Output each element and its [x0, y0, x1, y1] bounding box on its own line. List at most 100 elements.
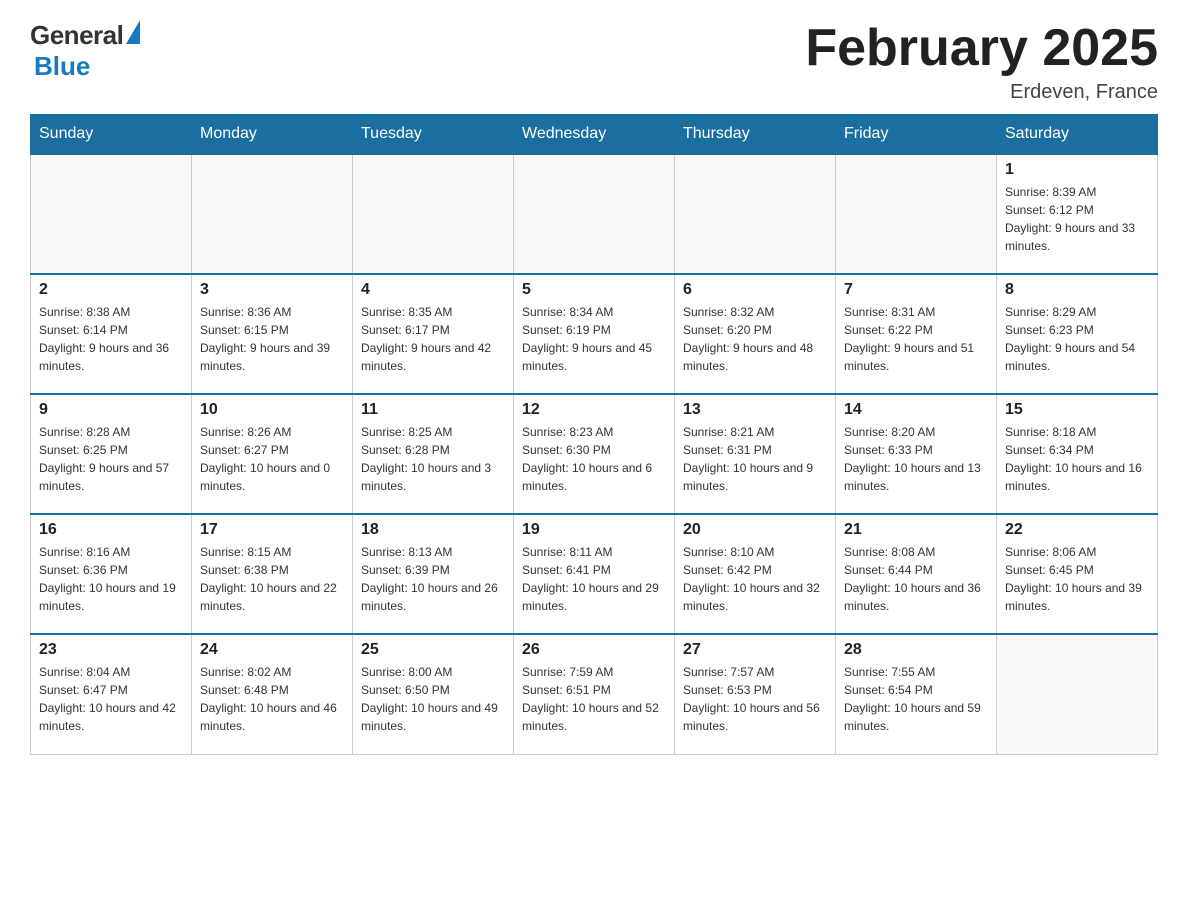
- calendar-week-1: 2Sunrise: 8:38 AM Sunset: 6:14 PM Daylig…: [31, 274, 1158, 394]
- day-info: Sunrise: 8:26 AM Sunset: 6:27 PM Dayligh…: [200, 423, 344, 495]
- day-number: 15: [1005, 401, 1149, 419]
- calendar-week-3: 16 Sunrise: 8:16 AM Sunset: 6:36 PM Dayli…: [31, 514, 1158, 634]
- day-number: 16: [39, 521, 183, 539]
- calendar-cell: 13Sunrise: 8:21 AM Sunset: 6:31 PM Dayli…: [675, 394, 836, 514]
- logo-blue-text: Blue: [34, 51, 90, 81]
- calendar-cell: 4 Sunrise: 8:35 AM Sunset: 6:17 PM Daylig…: [353, 274, 514, 394]
- day-info: Sunrise: 8:04 AM Sunset: 6:47 PM Dayligh…: [39, 663, 183, 735]
- calendar-cell: 3 Sunrise: 8:36 AM Sunset: 6:15 PM Daylig…: [192, 274, 353, 394]
- header-thursday: Thursday: [675, 115, 836, 155]
- day-info: Sunrise: 8:31 AM Sunset: 6:22 PM Dayligh…: [844, 303, 988, 375]
- calendar-cell: 16 Sunrise: 8:16 AM Sunset: 6:36 PM Dayli…: [31, 514, 192, 634]
- calendar-cell: 15 Sunrise: 8:18 AM Sunset: 6:34 PM Dayli…: [997, 394, 1158, 514]
- calendar-week-2: 9Sunrise: 8:28 AM Sunset: 6:25 PM Daylig…: [31, 394, 1158, 514]
- day-number: 20: [683, 521, 827, 539]
- calendar-cell: [192, 154, 353, 274]
- day-number: 19: [522, 521, 666, 539]
- day-info: Sunrise: 8:06 AM Sunset: 6:45 PM Dayligh…: [1005, 543, 1149, 615]
- page-header: General Blue February 2025 Erdeven, Fran…: [30, 20, 1158, 104]
- day-info: Sunrise: 8:35 AM Sunset: 6:17 PM Dayligh…: [361, 303, 505, 375]
- day-info: Sunrise: 8:29 AM Sunset: 6:23 PM Dayligh…: [1005, 303, 1149, 375]
- header-sunday: Sunday: [31, 115, 192, 155]
- calendar-cell: 11 Sunrise: 8:25 AM Sunset: 6:28 PM Dayli…: [353, 394, 514, 514]
- calendar-week-0: 1 Sunrise: 8:39 AM Sunset: 6:12 PM Daylig…: [31, 154, 1158, 274]
- day-number: 10: [200, 401, 344, 419]
- day-number: 8: [1005, 281, 1149, 299]
- calendar-cell: 18 Sunrise: 8:13 AM Sunset: 6:39 PM Dayli…: [353, 514, 514, 634]
- calendar-cell: 2Sunrise: 8:38 AM Sunset: 6:14 PM Daylig…: [31, 274, 192, 394]
- day-info: Sunrise: 8:16 AM Sunset: 6:36 PM Dayligh…: [39, 543, 183, 615]
- calendar-cell: 25Sunrise: 8:00 AM Sunset: 6:50 PM Dayli…: [353, 634, 514, 754]
- logo-triangle-icon: [126, 20, 140, 44]
- calendar-cell: 19 Sunrise: 8:11 AM Sunset: 6:41 PM Dayli…: [514, 514, 675, 634]
- calendar-cell: 10 Sunrise: 8:26 AM Sunset: 6:27 PM Dayli…: [192, 394, 353, 514]
- calendar-cell: 20 Sunrise: 8:10 AM Sunset: 6:42 PM Dayli…: [675, 514, 836, 634]
- day-number: 4: [361, 281, 505, 299]
- title-section: February 2025 Erdeven, France: [805, 20, 1158, 104]
- calendar-cell: 26 Sunrise: 7:59 AM Sunset: 6:51 PM Dayli…: [514, 634, 675, 754]
- calendar-cell: [31, 154, 192, 274]
- calendar-cell: 28Sunrise: 7:55 AM Sunset: 6:54 PM Dayli…: [836, 634, 997, 754]
- day-info: Sunrise: 8:15 AM Sunset: 6:38 PM Dayligh…: [200, 543, 344, 615]
- header-tuesday: Tuesday: [353, 115, 514, 155]
- day-info: Sunrise: 8:18 AM Sunset: 6:34 PM Dayligh…: [1005, 423, 1149, 495]
- day-info: Sunrise: 8:21 AM Sunset: 6:31 PM Dayligh…: [683, 423, 827, 495]
- day-info: Sunrise: 8:36 AM Sunset: 6:15 PM Dayligh…: [200, 303, 344, 375]
- calendar-cell: 6Sunrise: 8:32 AM Sunset: 6:20 PM Daylig…: [675, 274, 836, 394]
- day-number: 27: [683, 641, 827, 659]
- day-info: Sunrise: 8:32 AM Sunset: 6:20 PM Dayligh…: [683, 303, 827, 375]
- day-number: 1: [1005, 161, 1149, 179]
- header-friday: Friday: [836, 115, 997, 155]
- day-number: 18: [361, 521, 505, 539]
- calendar-cell: 22 Sunrise: 8:06 AM Sunset: 6:45 PM Dayli…: [997, 514, 1158, 634]
- day-number: 9: [39, 401, 183, 419]
- day-number: 11: [361, 401, 505, 419]
- calendar-cell: [836, 154, 997, 274]
- calendar-cell: 12Sunrise: 8:23 AM Sunset: 6:30 PM Dayli…: [514, 394, 675, 514]
- header-saturday: Saturday: [997, 115, 1158, 155]
- location-text: Erdeven, France: [805, 81, 1158, 104]
- calendar-cell: [675, 154, 836, 274]
- logo: General Blue: [30, 20, 140, 82]
- day-info: Sunrise: 8:11 AM Sunset: 6:41 PM Dayligh…: [522, 543, 666, 615]
- day-number: 22: [1005, 521, 1149, 539]
- header-wednesday: Wednesday: [514, 115, 675, 155]
- calendar-cell: 27 Sunrise: 7:57 AM Sunset: 6:53 PM Dayli…: [675, 634, 836, 754]
- calendar-cell: [514, 154, 675, 274]
- day-number: 24: [200, 641, 344, 659]
- calendar-cell: 21Sunrise: 8:08 AM Sunset: 6:44 PM Dayli…: [836, 514, 997, 634]
- day-info: Sunrise: 8:20 AM Sunset: 6:33 PM Dayligh…: [844, 423, 988, 495]
- weekday-header-row: Sunday Monday Tuesday Wednesday Thursday…: [31, 115, 1158, 155]
- header-monday: Monday: [192, 115, 353, 155]
- day-info: Sunrise: 8:23 AM Sunset: 6:30 PM Dayligh…: [522, 423, 666, 495]
- calendar-cell: 1 Sunrise: 8:39 AM Sunset: 6:12 PM Daylig…: [997, 154, 1158, 274]
- day-info: Sunrise: 8:10 AM Sunset: 6:42 PM Dayligh…: [683, 543, 827, 615]
- month-title: February 2025: [805, 20, 1158, 77]
- calendar-cell: 7Sunrise: 8:31 AM Sunset: 6:22 PM Daylig…: [836, 274, 997, 394]
- calendar-cell: 17 Sunrise: 8:15 AM Sunset: 6:38 PM Dayli…: [192, 514, 353, 634]
- calendar-cell: 23 Sunrise: 8:04 AM Sunset: 6:47 PM Dayli…: [31, 634, 192, 754]
- day-info: Sunrise: 7:59 AM Sunset: 6:51 PM Dayligh…: [522, 663, 666, 735]
- calendar-cell: 14 Sunrise: 8:20 AM Sunset: 6:33 PM Dayli…: [836, 394, 997, 514]
- calendar-cell: 8 Sunrise: 8:29 AM Sunset: 6:23 PM Daylig…: [997, 274, 1158, 394]
- day-number: 2: [39, 281, 183, 299]
- day-info: Sunrise: 8:39 AM Sunset: 6:12 PM Dayligh…: [1005, 183, 1149, 255]
- day-number: 14: [844, 401, 988, 419]
- calendar-cell: 9Sunrise: 8:28 AM Sunset: 6:25 PM Daylig…: [31, 394, 192, 514]
- day-info: Sunrise: 8:02 AM Sunset: 6:48 PM Dayligh…: [200, 663, 344, 735]
- day-number: 23: [39, 641, 183, 659]
- day-number: 25: [361, 641, 505, 659]
- calendar-week-4: 23 Sunrise: 8:04 AM Sunset: 6:47 PM Dayli…: [31, 634, 1158, 754]
- day-number: 26: [522, 641, 666, 659]
- logo-general-text: General: [30, 20, 123, 51]
- calendar-cell: 5Sunrise: 8:34 AM Sunset: 6:19 PM Daylig…: [514, 274, 675, 394]
- day-info: Sunrise: 8:25 AM Sunset: 6:28 PM Dayligh…: [361, 423, 505, 495]
- day-number: 3: [200, 281, 344, 299]
- day-info: Sunrise: 7:57 AM Sunset: 6:53 PM Dayligh…: [683, 663, 827, 735]
- day-info: Sunrise: 8:13 AM Sunset: 6:39 PM Dayligh…: [361, 543, 505, 615]
- calendar-cell: [353, 154, 514, 274]
- calendar-cell: [997, 634, 1158, 754]
- day-number: 17: [200, 521, 344, 539]
- day-number: 21: [844, 521, 988, 539]
- day-number: 5: [522, 281, 666, 299]
